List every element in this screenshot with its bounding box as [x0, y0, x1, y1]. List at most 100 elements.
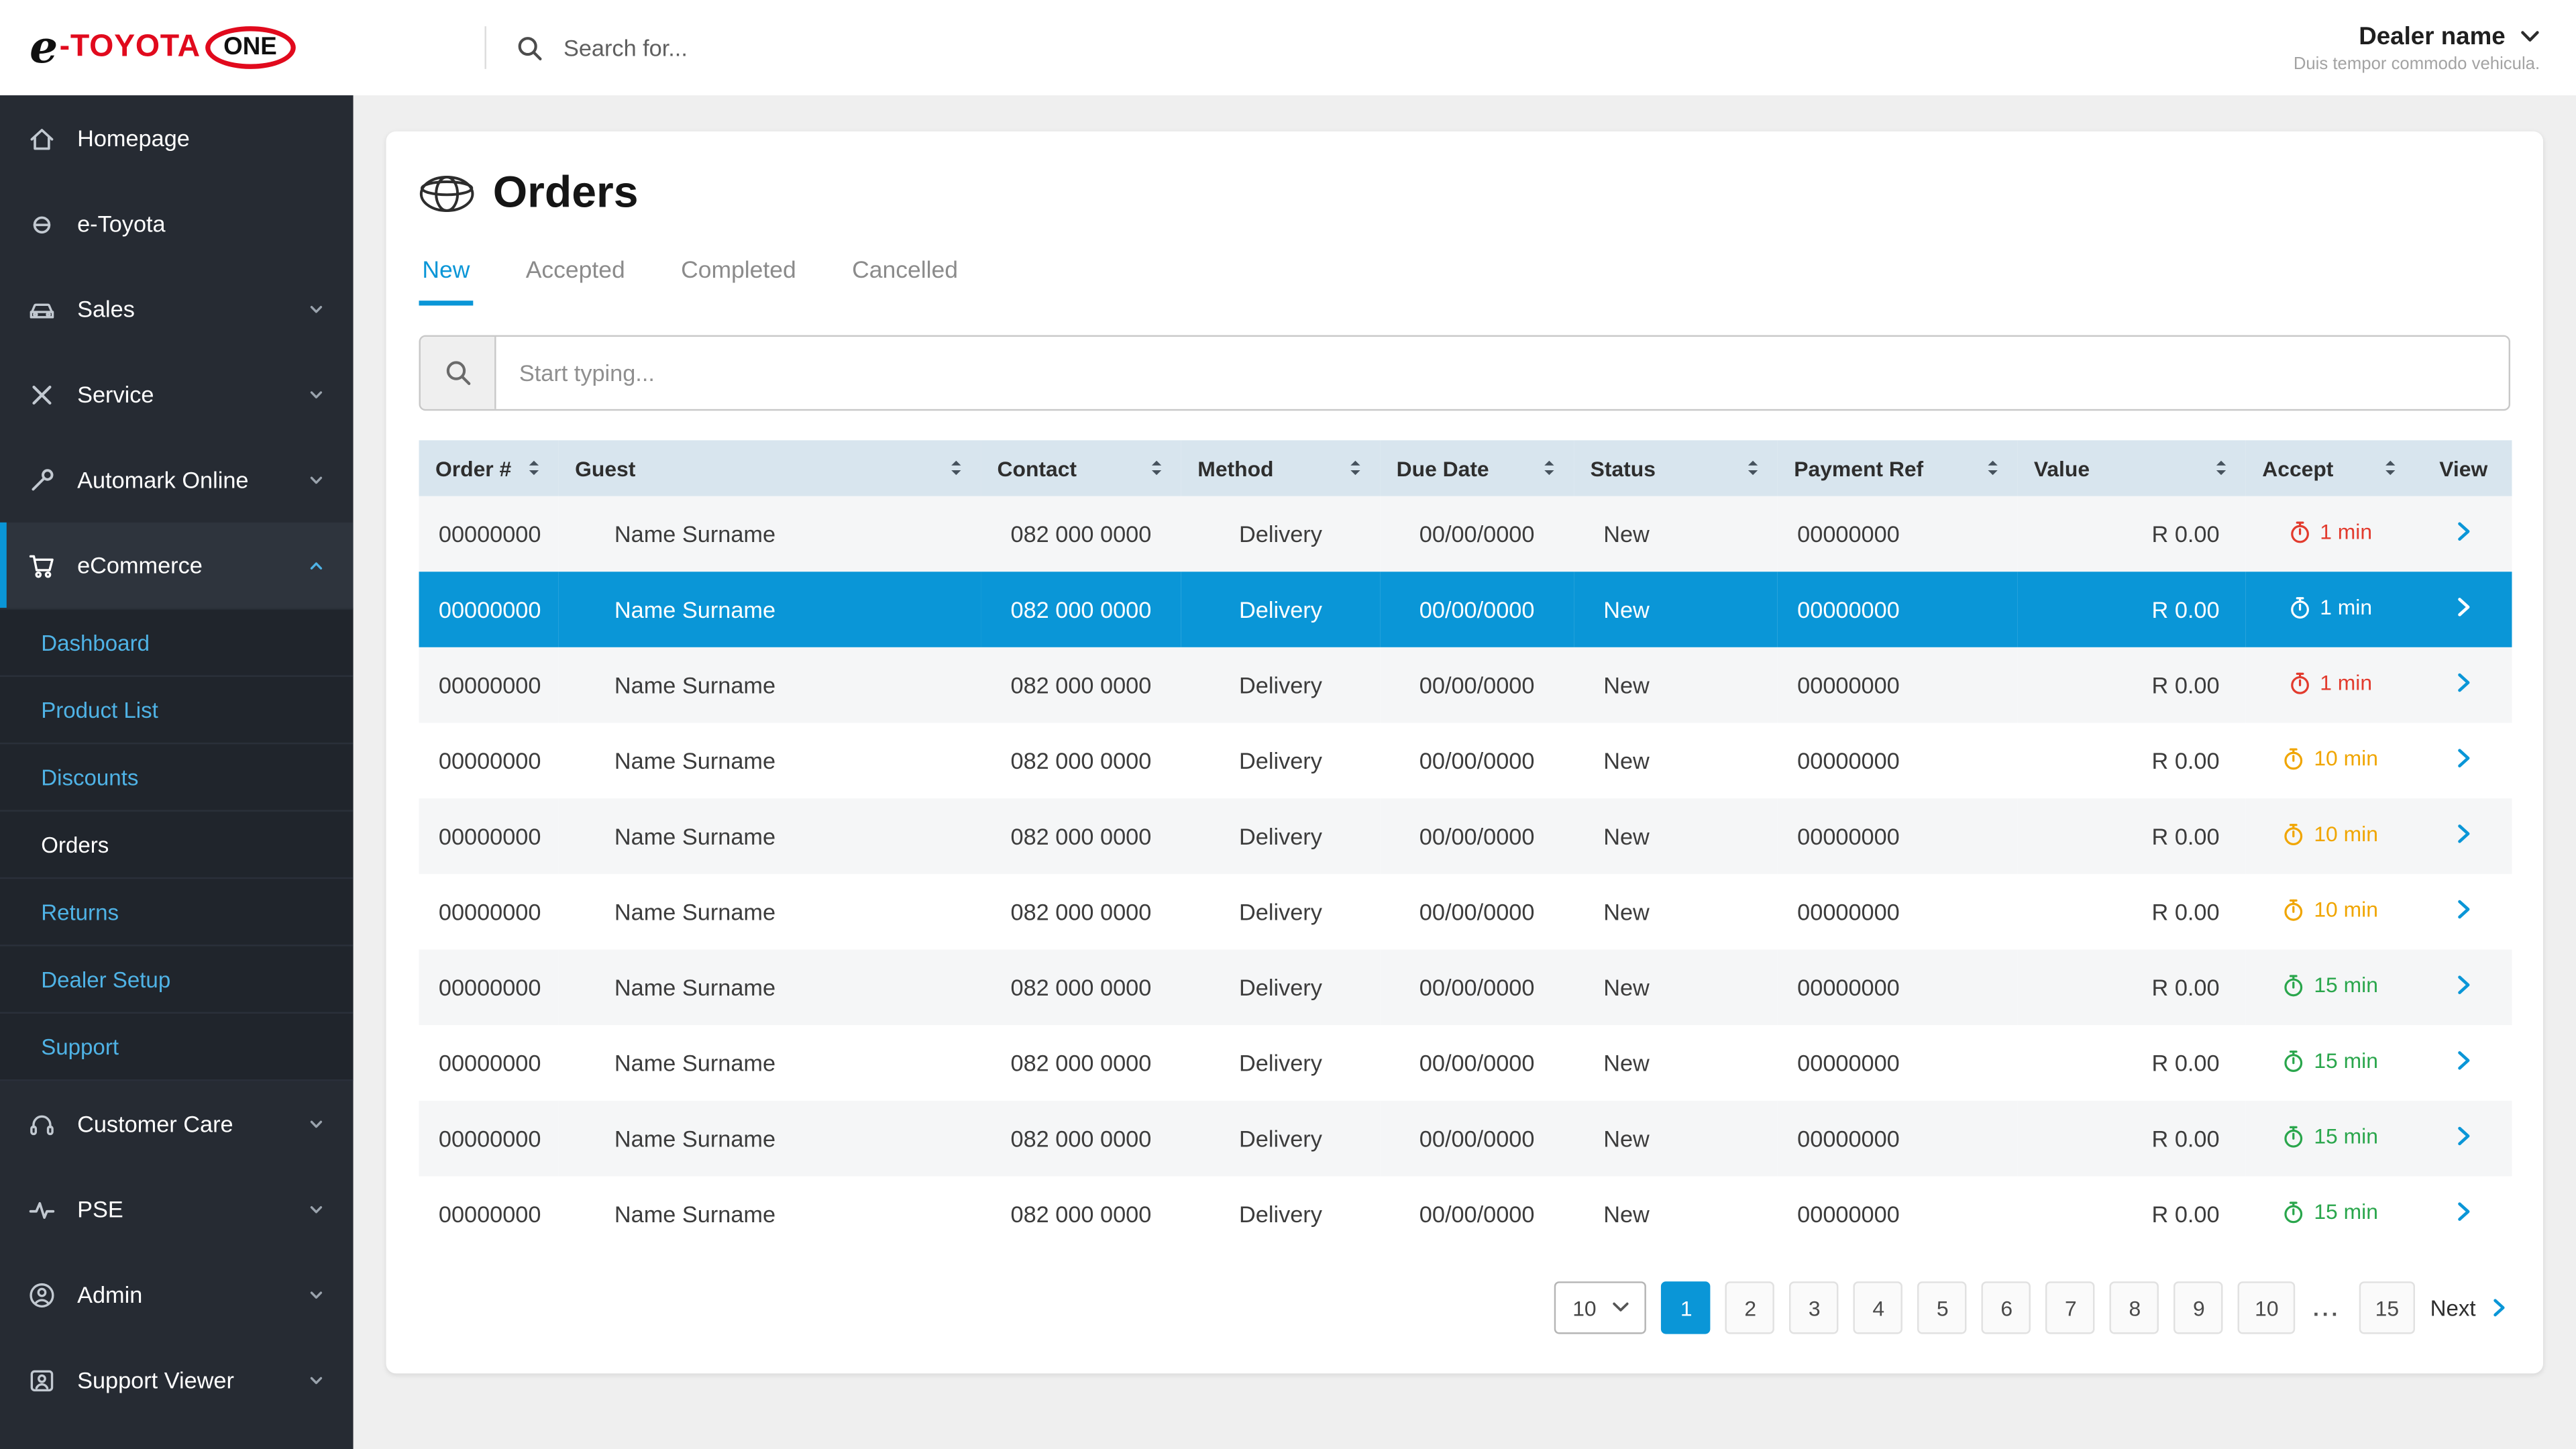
tab-new[interactable]: New: [419, 258, 473, 305]
tab-cancelled[interactable]: Cancelled: [849, 258, 961, 305]
table-row[interactable]: 00000000 Name Surname 082 000 0000 Deliv…: [419, 496, 2512, 572]
sidebar-subitem-dashboard[interactable]: Dashboard: [0, 610, 354, 677]
sidebar-item-sales[interactable]: Sales: [0, 266, 354, 352]
sidebar-item-admin[interactable]: Admin: [0, 1252, 354, 1337]
contact-cell: 082 000 0000: [981, 723, 1181, 799]
filter-input[interactable]: [496, 337, 2509, 409]
sidebar-subitem-discounts[interactable]: Discounts: [0, 744, 354, 811]
column-header-accept[interactable]: Accept: [2246, 456, 2415, 481]
page-button[interactable]: 4: [1854, 1281, 1903, 1334]
page-button-last[interactable]: 15: [2359, 1281, 2415, 1334]
column-header-order[interactable]: Order #: [419, 456, 558, 481]
next-page-button[interactable]: Next: [2430, 1295, 2510, 1320]
view-cell[interactable]: [2415, 1025, 2512, 1101]
view-cell[interactable]: [2415, 647, 2512, 723]
table-row[interactable]: 00000000 Name Surname 082 000 0000 Deliv…: [419, 723, 2512, 799]
page-button[interactable]: 10: [2239, 1281, 2295, 1334]
chevron-right-icon[interactable]: [2451, 595, 2476, 620]
table-row[interactable]: 00000000 Name Surname 082 000 0000 Deliv…: [419, 874, 2512, 950]
orders-card: Orders New Accepted Completed Cancelled: [386, 131, 2544, 1373]
chevron-down-icon: [306, 1113, 327, 1134]
guest-cell: Name Surname: [559, 874, 981, 950]
chevron-right-icon[interactable]: [2451, 821, 2476, 846]
page-button[interactable]: 7: [2046, 1281, 2095, 1334]
column-header-due-date[interactable]: Due Date: [1380, 456, 1574, 481]
global-search-input[interactable]: [560, 33, 1256, 62]
table-row[interactable]: 00000000 Name Surname 082 000 0000 Deliv…: [419, 647, 2512, 723]
sidebar-subitem-orders[interactable]: Orders: [0, 812, 354, 879]
pagination: 10 123456789 10 ... 15 Next: [419, 1281, 2510, 1334]
chevron-right-icon[interactable]: [2451, 1199, 2476, 1224]
value-cell: R 0.00: [2017, 950, 2245, 1026]
sidebar-subitem-dealer-setup[interactable]: Dealer Setup: [0, 947, 354, 1014]
sidebar-item-etoyota[interactable]: e-Toyota: [0, 180, 354, 266]
page-button[interactable]: 3: [1790, 1281, 1839, 1334]
page-button[interactable]: 2: [1726, 1281, 1775, 1334]
table-row[interactable]: 00000000 Name Surname 082 000 0000 Deliv…: [419, 798, 2512, 874]
pagination-ellipsis: ...: [2313, 1295, 2341, 1320]
page-button[interactable]: 6: [1982, 1281, 2031, 1334]
view-cell[interactable]: [2415, 798, 2512, 874]
sidebar-subitem-support[interactable]: Support: [0, 1014, 354, 1081]
sidebar-item-homepage[interactable]: Homepage: [0, 95, 354, 180]
chevron-right-icon[interactable]: [2451, 670, 2476, 695]
column-header-payment-ref[interactable]: Payment Ref: [1778, 456, 2018, 481]
e-toyota-icon: [26, 209, 56, 237]
sidebar-subitem-returns[interactable]: Returns: [0, 879, 354, 946]
method-cell: Delivery: [1181, 647, 1380, 723]
tab-completed[interactable]: Completed: [678, 258, 800, 305]
view-cell[interactable]: [2415, 1176, 2512, 1252]
table-row[interactable]: 00000000 Name Surname 082 000 0000 Deliv…: [419, 572, 2512, 647]
chevron-right-icon[interactable]: [2451, 897, 2476, 922]
column-header-contact[interactable]: Contact: [981, 456, 1181, 481]
column-header-method[interactable]: Method: [1181, 456, 1380, 481]
column-header-guest[interactable]: Guest: [559, 456, 981, 481]
table-row[interactable]: 00000000 Name Surname 082 000 0000 Deliv…: [419, 1101, 2512, 1177]
chevron-right-icon[interactable]: [2451, 519, 2476, 544]
page-button[interactable]: 1: [1662, 1281, 1711, 1334]
page-size-select[interactable]: 10: [1555, 1281, 1647, 1334]
filter-search-button[interactable]: [421, 337, 496, 409]
value-cell: R 0.00: [2017, 1025, 2245, 1101]
logo-one: ONE: [205, 26, 295, 69]
orders-tabs: New Accepted Completed Cancelled: [419, 258, 2510, 305]
tab-accepted[interactable]: Accepted: [523, 258, 629, 305]
chevron-down-icon[interactable]: [2520, 29, 2540, 44]
contact-cell: 082 000 0000: [981, 798, 1181, 874]
view-cell[interactable]: [2415, 572, 2512, 647]
sidebar-item-ecommerce[interactable]: eCommerce: [0, 523, 354, 608]
sidebar-subitem-product-list[interactable]: Product List: [0, 677, 354, 744]
chevron-right-icon[interactable]: [2451, 973, 2476, 998]
table-row[interactable]: 00000000 Name Surname 082 000 0000 Deliv…: [419, 950, 2512, 1026]
order-number-cell: 00000000: [419, 1101, 558, 1177]
wrench-icon: [26, 466, 56, 494]
page-button[interactable]: 5: [1918, 1281, 1967, 1334]
page-button[interactable]: 8: [2110, 1281, 2159, 1334]
value-cell: R 0.00: [2017, 798, 2245, 874]
view-cell[interactable]: [2415, 1101, 2512, 1177]
status-cell: New: [1574, 1176, 1778, 1252]
status-cell: New: [1574, 950, 1778, 1026]
chevron-right-icon[interactable]: [2451, 1124, 2476, 1148]
view-cell[interactable]: [2415, 496, 2512, 572]
sidebar-item-customer-care[interactable]: Customer Care: [0, 1081, 354, 1166]
column-header-status[interactable]: Status: [1574, 456, 1778, 481]
orders-filter: [419, 335, 2510, 411]
dealer-menu[interactable]: Dealer name Duis tempor commodo vehicula…: [2294, 22, 2576, 73]
view-cell[interactable]: [2415, 874, 2512, 950]
table-row[interactable]: 00000000 Name Surname 082 000 0000 Deliv…: [419, 1025, 2512, 1101]
sidebar-item-support-viewer[interactable]: Support Viewer: [0, 1337, 354, 1422]
contact-cell: 082 000 0000: [981, 1025, 1181, 1101]
sidebar-item-pse[interactable]: PSE: [0, 1167, 354, 1252]
page-button[interactable]: 9: [2174, 1281, 2223, 1334]
chevron-down-icon: [306, 298, 327, 319]
value-cell: R 0.00: [2017, 496, 2245, 572]
column-header-value[interactable]: Value: [2017, 456, 2245, 481]
view-cell[interactable]: [2415, 950, 2512, 1026]
sidebar-item-automark[interactable]: Automark Online: [0, 437, 354, 522]
view-cell[interactable]: [2415, 723, 2512, 799]
chevron-right-icon[interactable]: [2451, 746, 2476, 771]
sidebar-item-service[interactable]: Service: [0, 352, 354, 437]
table-row[interactable]: 00000000 Name Surname 082 000 0000 Deliv…: [419, 1176, 2512, 1252]
chevron-right-icon[interactable]: [2451, 1048, 2476, 1073]
